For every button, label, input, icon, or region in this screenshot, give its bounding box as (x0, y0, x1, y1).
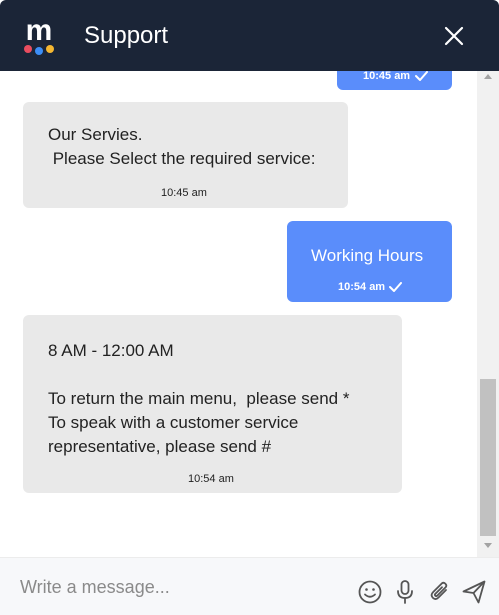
chat-title: Support (84, 22, 169, 49)
message-time: 10:54 am (338, 281, 386, 293)
scroll-up-arrow-icon[interactable] (484, 74, 492, 79)
message-input[interactable] (20, 574, 340, 600)
message-bubble-outgoing: 10:45 am (337, 71, 452, 90)
check-icon (415, 71, 428, 81)
brand-logo-icon: m (24, 14, 54, 55)
microphone-icon[interactable] (392, 579, 418, 605)
logo-letter: m (26, 14, 53, 47)
send-icon[interactable] (461, 579, 487, 605)
check-icon (389, 282, 402, 292)
message-text: Our Servies. Please Select the required … (48, 125, 316, 168)
message-time: 10:54 am (188, 473, 234, 485)
scroll-down-arrow-icon[interactable] (484, 543, 492, 548)
emoji-icon[interactable] (357, 579, 383, 605)
close-icon[interactable] (441, 23, 467, 49)
message-list[interactable]: 10:45 am Our Servies. Please Select the … (0, 71, 499, 557)
message-text: Working Hours (311, 246, 424, 265)
message-composer (0, 557, 499, 615)
message-time: 10:45 am (363, 71, 411, 82)
chat-header: m Support (0, 0, 499, 71)
message-bubble-outgoing: Working Hours 10:54 am (287, 221, 452, 302)
message-bubble-incoming: 8 AM - 12:00 AM To return the main menu,… (23, 315, 402, 493)
message-time: 10:45 am (161, 187, 207, 199)
scrollbar-thumb[interactable] (480, 379, 496, 536)
message-text: 8 AM - 12:00 AM To return the main menu,… (48, 341, 350, 456)
paperclip-icon[interactable] (427, 579, 453, 605)
message-bubble-incoming: Our Servies. Please Select the required … (23, 102, 348, 208)
